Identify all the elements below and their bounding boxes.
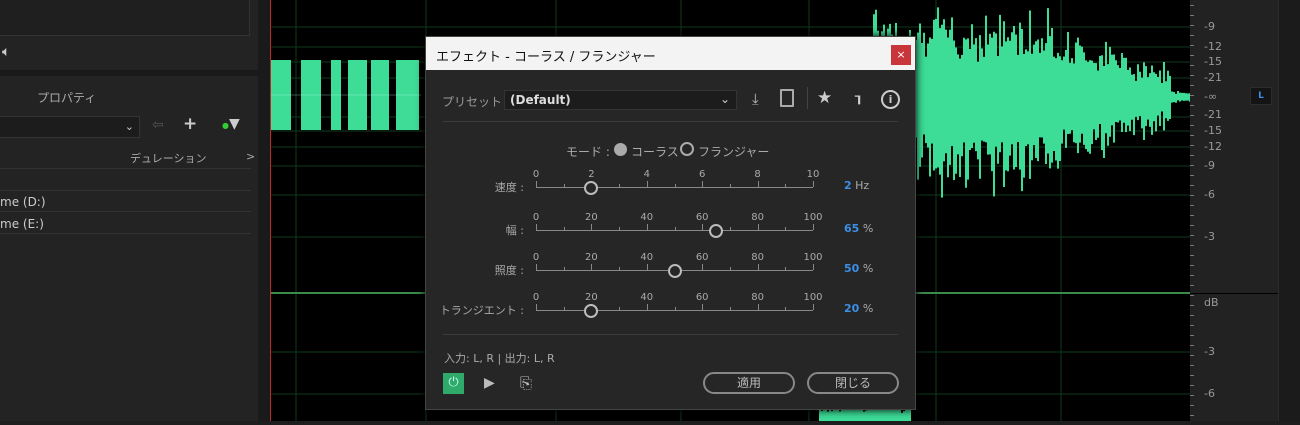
radio-chorus[interactable] [614,143,627,156]
effect-dialog: エフェクト - コーラス / フランジャー × プリセット : (Default… [425,36,916,410]
db-label: -3 [1204,345,1215,358]
preset-value: (Default) [510,93,571,107]
slider-tick-label: 2 [588,169,595,180]
slider-track[interactable] [536,310,813,311]
list-item[interactable]: me (D:) [0,195,46,209]
slider-tick-label: 60 [695,252,709,263]
io-info: 入力: L, R | 出力: L, R [444,352,555,365]
slider-tick-label: 20 [585,292,598,303]
slider-thumb[interactable] [709,224,724,238]
play-icon[interactable]: ▶ [484,375,495,391]
column-more[interactable]: > [246,150,255,163]
db-label: -6 [1204,188,1215,201]
slider-label: 照度 : [494,264,524,277]
slider-value: 20 % [844,302,874,315]
slider-thumb[interactable] [584,181,599,195]
column-duration[interactable]: デュレーション [130,150,207,166]
dialog-title: エフェクト - コーラス / フランジャー [426,37,915,70]
slider-tick-label: 20 [585,252,598,263]
slider-thumb[interactable] [584,304,599,318]
db-label: -6 [1204,387,1215,400]
slider-tick-label: 60 [695,212,709,223]
slider-tick-label: 80 [751,252,764,263]
filter-icon[interactable]: ●▼ [222,116,240,132]
close-icon[interactable]: × [891,45,911,65]
db-label: -21 [1204,71,1222,84]
preset-dropdown[interactable]: (Default) ⌄ [504,90,737,110]
slider-tick-label: 40 [640,212,654,223]
slider-tick-label: 100 [803,252,823,263]
list-item[interactable]: me (E:) [0,217,44,231]
channel-l-button[interactable]: L [1250,87,1272,105]
power-toggle-icon[interactable]: ⏻ [443,373,464,394]
slider-tick-label: 4 [643,169,650,180]
slider-value: 65 % [844,222,874,235]
slider-tick-label: 0 [532,252,540,263]
slider-tick-label: 80 [751,212,764,223]
db-label: -9 [1204,20,1215,33]
add-icon[interactable]: + [183,114,197,134]
db-label: -9 [1204,159,1215,172]
preset-label: プリセット : [442,95,510,109]
slider-tick-label: 40 [640,292,654,303]
db-label: -∞ [1204,90,1218,103]
info-icon[interactable]: i [881,90,900,109]
db-label: -21 [1204,108,1222,121]
left-panel: 🔈︎ プロパティ ⌄ ⇦ + ●▼ デュレーション > me (D:) me (… [0,0,258,421]
db-label: -12 [1204,140,1222,153]
slider-value: 2 Hz [844,179,870,192]
speaker-icon[interactable]: 🔈︎ [2,44,10,60]
slider-label: トランジエント : [439,304,524,317]
slider-thumb[interactable] [667,264,682,278]
db-label: -15 [1204,124,1222,137]
slider-label: 速度 : [494,181,524,194]
radio-flanger-label[interactable]: フランジャー [698,143,769,160]
panel-separator [0,70,258,76]
preview-area [0,0,250,36]
tab-properties[interactable]: プロパティ [37,89,96,106]
apply-button[interactable]: 適用 [703,372,795,394]
slider-tick-label: 100 [803,292,823,303]
close-button[interactable]: 閉じる [807,372,899,394]
db-label: -3 [1204,230,1215,243]
radio-flanger[interactable] [680,142,694,156]
loop-export-icon[interactable]: ⎘ [520,374,532,392]
radio-chorus-label[interactable]: コーラス [631,143,679,160]
db-ruler: -9 -12 -15 -21 -∞ -21 -15 -12 -9 -6 -3 dB -3 -6 L [1190,0,1278,421]
db-label: -12 [1204,40,1222,53]
search-dropdown[interactable]: ⌄ [0,116,140,138]
mode-label: モード : [566,145,610,159]
slider-tick-label: 0 [532,169,540,180]
right-strip [1278,0,1300,421]
delete-icon[interactable] [780,89,794,107]
slider-tick-label: 0 [532,292,540,303]
slider-label: 幅 : [505,224,524,237]
save-preset-icon[interactable]: ⤓ [752,90,759,108]
chevron-down-icon: ⌄ [719,92,730,106]
slider-tick-label: 10 [806,169,820,180]
slider-tick-label: 8 [754,169,761,180]
slider-tick-label: 0 [532,212,540,223]
slider-tick-label: 6 [699,169,706,180]
slider-tick-label: 20 [585,212,598,223]
slider-value: 50 % [844,262,874,275]
back-arrow-icon[interactable]: ⇦ [152,117,164,133]
db-label: -15 [1204,55,1222,68]
slider-tick-label: 80 [751,292,764,303]
slider-track[interactable] [536,187,813,188]
favorite-star-icon[interactable]: ★ [817,88,832,108]
slider-tick-label: 100 [803,212,823,223]
slider-tick-label: 60 [695,292,709,303]
panel-divider[interactable] [258,0,270,421]
slider-track[interactable] [536,230,813,231]
db-unit: dB [1204,296,1219,309]
slider-tick-label: 40 [640,252,654,263]
routing-icon[interactable]: ┒ [855,89,863,105]
